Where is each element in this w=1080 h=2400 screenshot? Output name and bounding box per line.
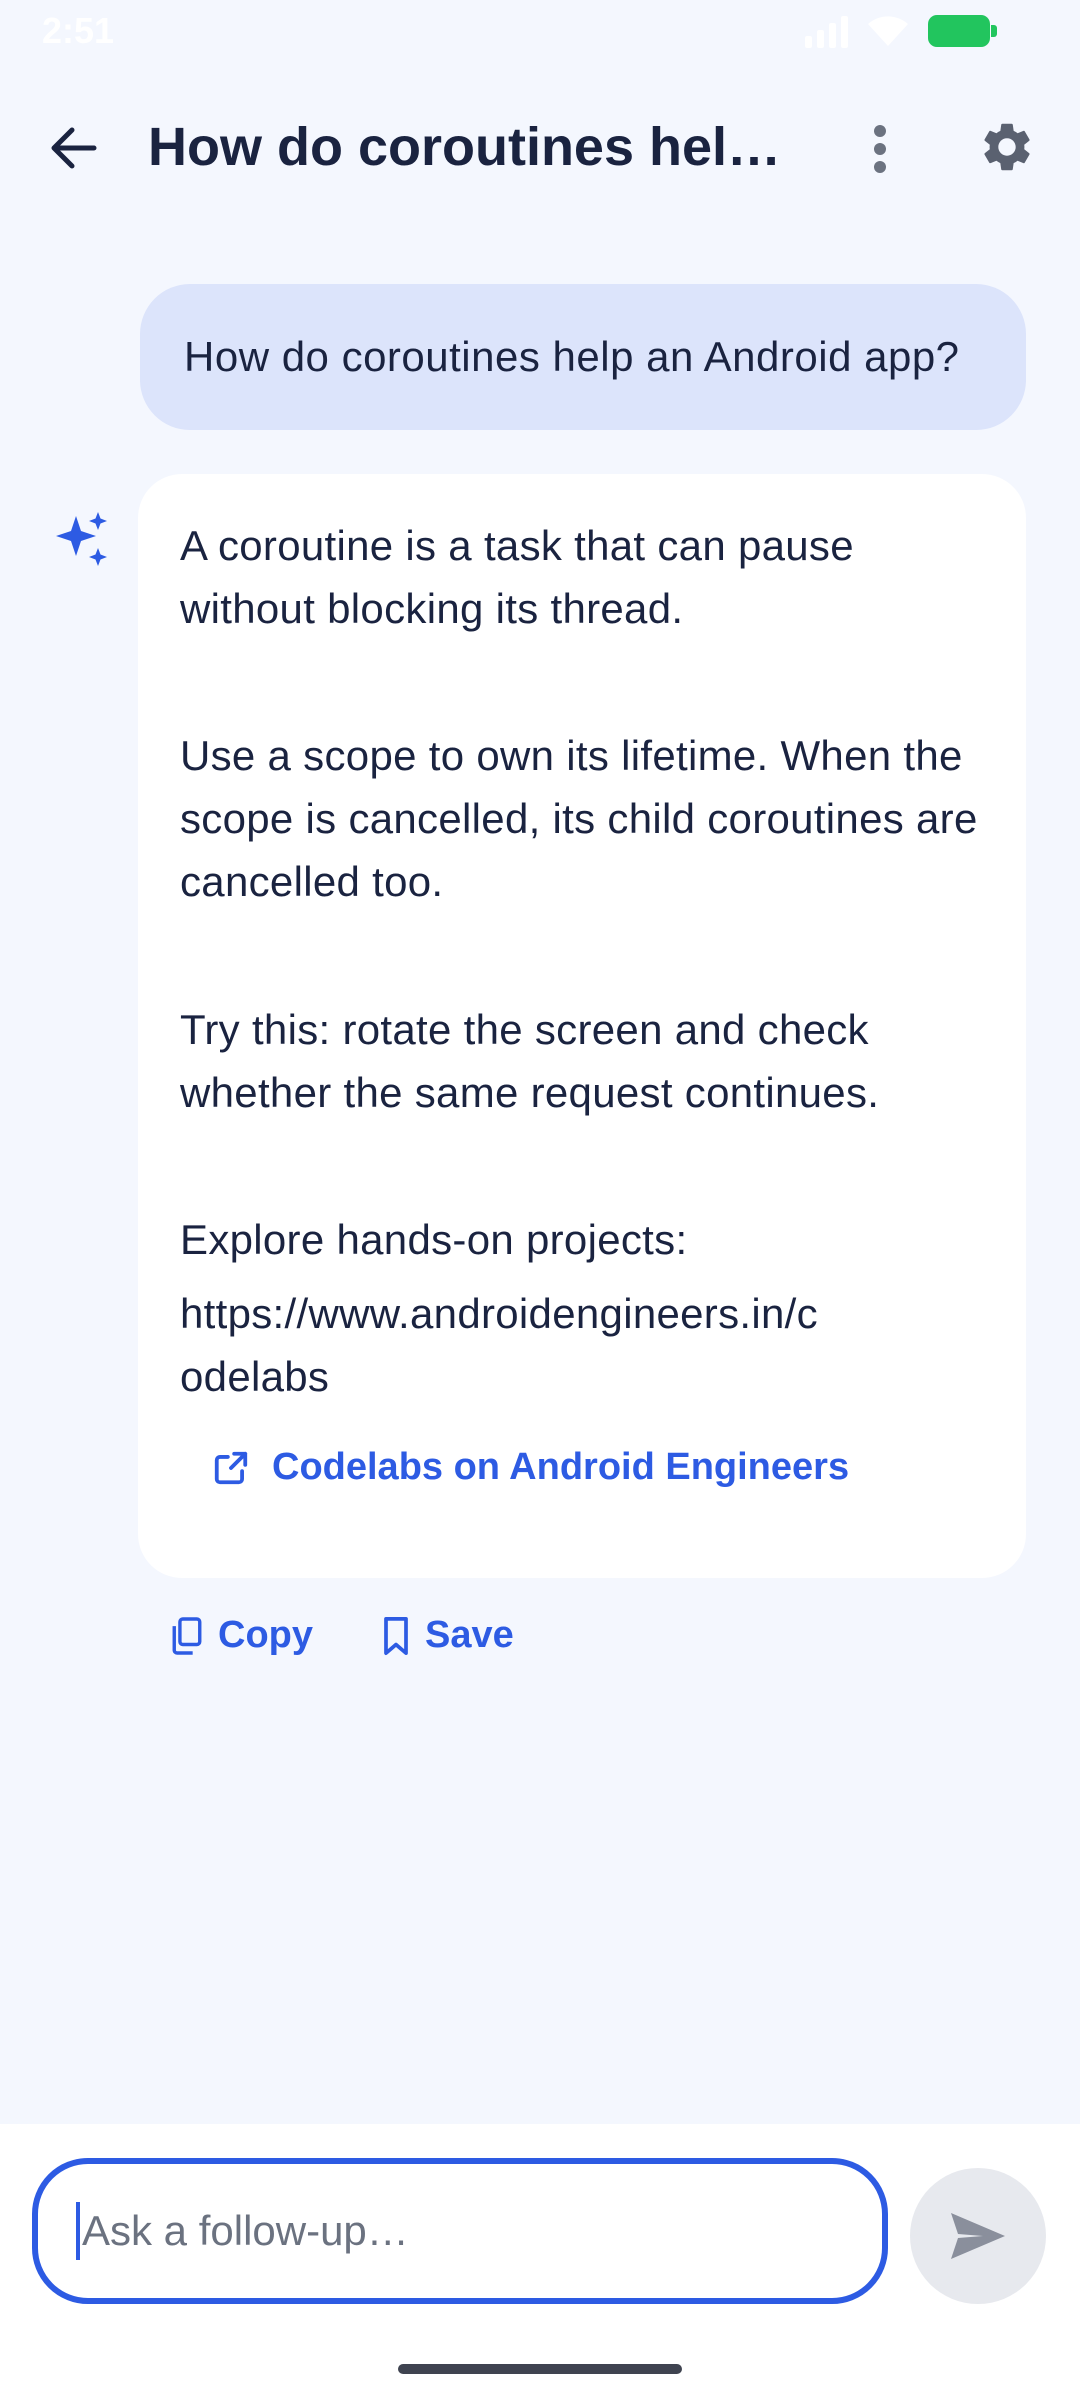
bookmark-icon	[384, 1616, 408, 1655]
back-arrow-icon	[51, 127, 97, 169]
status-time: 2:51	[42, 10, 115, 51]
home-indicator[interactable]	[398, 2364, 682, 2374]
assistant-message-card: A coroutine is a task that can pause wit…	[138, 474, 1026, 1578]
gear-icon	[984, 123, 1030, 171]
top-app-bar: How do coroutines help…	[0, 88, 1080, 208]
save-label: Save	[425, 1614, 514, 1656]
page-title: How do coroutines help…	[148, 117, 798, 177]
message-actions: Copy Save	[170, 1614, 514, 1657]
assistant-url-text: https://www.androidengineers.in/codelabs	[180, 1290, 818, 1400]
user-message-text: How do coroutines help an Android app?	[184, 333, 960, 380]
follow-up-input[interactable]	[82, 2207, 842, 2255]
settings-button[interactable]	[970, 110, 1044, 184]
status-bar: 2:51	[0, 0, 1080, 60]
battery-icon	[928, 15, 997, 47]
codelabs-link[interactable]: Codelabs on Android Engineers	[212, 1446, 849, 1489]
text-caret	[76, 2202, 80, 2260]
copy-icon	[172, 1616, 202, 1655]
open-external-icon	[214, 1451, 248, 1484]
more-vert-icon	[874, 125, 886, 173]
send-button[interactable]	[910, 2168, 1046, 2304]
chat-screen: 2:51 How do coroutines help… How do coro…	[0, 0, 1080, 2400]
assistant-paragraph: Explore hands-on projects:	[180, 1216, 688, 1263]
status-icons	[805, 14, 997, 48]
sparkle-icon	[56, 512, 107, 566]
assistant-paragraph: Use a scope to own its lifetime. When th…	[180, 732, 978, 905]
composer-bar	[0, 2124, 1080, 2400]
assistant-paragraph: Try this: rotate the screen and check wh…	[180, 1006, 880, 1116]
copy-label: Copy	[218, 1614, 313, 1656]
wifi-icon	[868, 16, 908, 46]
back-button[interactable]	[36, 116, 112, 180]
codelabs-link-label: Codelabs on Android Engineers	[272, 1446, 850, 1488]
send-icon	[951, 2213, 1005, 2259]
signal-icon	[805, 14, 848, 48]
follow-up-field[interactable]	[32, 2158, 888, 2304]
assistant-paragraph: A coroutine is a task that can pause wit…	[180, 522, 854, 632]
copy-button[interactable]: Copy	[170, 1614, 313, 1657]
save-button[interactable]: Save	[381, 1614, 514, 1657]
more-options-button[interactable]	[852, 114, 908, 184]
user-message-bubble: How do coroutines help an Android app?	[140, 284, 1026, 430]
